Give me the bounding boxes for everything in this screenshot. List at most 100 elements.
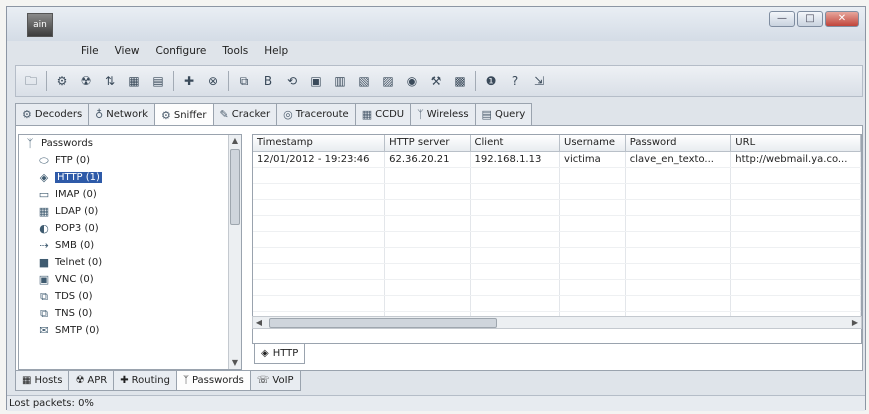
table-row[interactable] xyxy=(253,295,861,312)
table-row[interactable] xyxy=(253,231,861,248)
tab-sniffer[interactable]: ⚙ Sniffer xyxy=(154,103,214,126)
table-row[interactable] xyxy=(253,215,861,232)
base64-icon[interactable]: B xyxy=(259,72,277,90)
tab-decoders[interactable]: ⚙ Decoders xyxy=(15,103,90,125)
menu-configure[interactable]: Configure xyxy=(154,44,209,58)
smb-icon: ⇢ xyxy=(39,239,49,252)
bottom-tab-apr[interactable]: ☢ APR xyxy=(68,371,115,391)
tree-item-telnet[interactable]: ■ Telnet (0) xyxy=(19,254,241,271)
tree-item-vnc[interactable]: ▣ VNC (0) xyxy=(19,271,241,288)
scroll-left-icon[interactable]: ◀ xyxy=(253,317,265,328)
table-row[interactable] xyxy=(253,247,861,264)
exit-icon[interactable]: ⇲ xyxy=(530,72,548,90)
maximize-button[interactable]: □ xyxy=(797,11,823,27)
table-cell xyxy=(384,183,471,200)
table-cell xyxy=(625,247,732,264)
bottom-tab-hosts[interactable]: ▦ Hosts xyxy=(15,371,70,391)
table-cell xyxy=(253,199,386,216)
table-cell xyxy=(470,231,561,248)
cisco-icon[interactable]: ▣ xyxy=(307,72,325,90)
column-header[interactable]: Client xyxy=(470,135,561,152)
table-cell xyxy=(384,279,471,296)
table-cell xyxy=(625,263,732,280)
table-cell xyxy=(384,247,471,264)
help-icon[interactable]: ? xyxy=(506,72,524,90)
delete-icon[interactable]: ⊗ xyxy=(204,72,222,90)
bottom-tab-voip[interactable]: ☏ VoIP xyxy=(249,371,301,391)
tree-item-pop3[interactable]: ◐ POP3 (0) xyxy=(19,220,241,237)
tab-traceroute[interactable]: ◎ Traceroute xyxy=(276,103,356,125)
table-row[interactable]: 12/01/2012 - 19:23:46 62.36.20.21 192.168.… xyxy=(253,151,861,168)
ntlm-reset-icon[interactable]: ▦ xyxy=(125,72,143,90)
scrollbar-thumb[interactable] xyxy=(269,318,497,328)
tree-item-imap[interactable]: ▭ IMAP (0) xyxy=(19,186,241,203)
vnc-icon[interactable]: ▧ xyxy=(355,72,373,90)
menu-file[interactable]: File xyxy=(79,44,101,58)
scroll-up-icon[interactable]: ▲ xyxy=(229,135,241,147)
tab-query[interactable]: ▤ Query xyxy=(474,103,533,125)
tree-item-smtp[interactable]: ✉ SMTP (0) xyxy=(19,322,241,339)
tab-network[interactable]: ♁ Network xyxy=(88,103,155,125)
certificate-icon[interactable]: ▩ xyxy=(451,72,469,90)
close-button[interactable]: ✕ xyxy=(825,11,859,27)
table-cell: 192.168.1.13 xyxy=(470,151,561,168)
tree-item-ldap[interactable]: ▦ LDAP (0) xyxy=(19,203,241,220)
scroll-right-icon[interactable]: ▶ xyxy=(849,317,861,328)
grid-horizontal-scrollbar[interactable]: ◀ ▶ xyxy=(252,316,862,329)
table-cell xyxy=(559,199,626,216)
table-row[interactable] xyxy=(253,263,861,280)
status-bar: Lost packets: 0% xyxy=(7,395,865,411)
bottom-tab-routing[interactable]: ✚ Routing xyxy=(113,371,177,391)
table-cell xyxy=(384,167,471,184)
table-row[interactable] xyxy=(253,199,861,216)
routing-icon[interactable]: ⧉ xyxy=(235,72,253,90)
tree-item-ftp[interactable]: ⬭ FTP (0) xyxy=(19,152,241,169)
add-icon[interactable]: ✚ xyxy=(180,72,198,90)
tab-cracker[interactable]: ✎ Cracker xyxy=(212,103,278,125)
routing-tab-icon: ✚ xyxy=(120,375,129,386)
sniffer-panel: ᛉ Passwords ⬭ FTP (0) ◈ HTTP (1) ▭ IMAP (0) ▦ L… xyxy=(15,125,863,371)
table-cell xyxy=(730,279,861,296)
settings-icon[interactable]: ⚒ xyxy=(427,72,445,90)
info-icon[interactable]: ❶ xyxy=(482,72,500,90)
start-sniffer-icon[interactable]: ⚙ xyxy=(53,72,71,90)
tree-item-http[interactable]: ◈ HTTP (1) xyxy=(19,169,241,186)
bottom-tab-passwords[interactable]: ᛉ Passwords xyxy=(175,371,251,391)
lsa-icon[interactable]: ▨ xyxy=(379,72,397,90)
apr-icon[interactable]: ☢ xyxy=(77,72,95,90)
column-header[interactable]: Password xyxy=(625,135,732,152)
tree-item-smb[interactable]: ⇢ SMB (0) xyxy=(19,237,241,254)
tab-label: CCDU xyxy=(375,109,405,120)
hash-icon[interactable]: ⟲ xyxy=(283,72,301,90)
tree-root-passwords[interactable]: ᛉ Passwords xyxy=(19,135,241,152)
menu-tools[interactable]: Tools xyxy=(220,44,250,58)
wireless-icon[interactable]: ◉ xyxy=(403,72,421,90)
table-row[interactable] xyxy=(253,167,861,184)
column-header[interactable]: Timestamp xyxy=(253,135,386,152)
menu-help[interactable]: Help xyxy=(262,44,290,58)
passwords-tree-icon: ᛉ xyxy=(26,137,34,150)
ntlm-auth-icon[interactable]: ⇅ xyxy=(101,72,119,90)
tab-ccdu[interactable]: ▦ CCDU xyxy=(354,103,412,125)
tree-item-tns[interactable]: ⧉ TNS (0) xyxy=(19,305,241,322)
column-header[interactable]: URL xyxy=(730,135,861,152)
ntlm-hash-icon[interactable]: ▤ xyxy=(149,72,167,90)
table-row[interactable] xyxy=(253,279,861,296)
table-cell xyxy=(625,231,732,248)
tds-icon: ⧉ xyxy=(40,289,48,303)
table-cell xyxy=(730,263,861,280)
table-cell xyxy=(625,215,732,232)
scrollbar-thumb[interactable] xyxy=(230,149,240,225)
table-row[interactable] xyxy=(253,183,861,200)
open-icon[interactable]: 🗀 xyxy=(22,72,40,90)
tab-wireless[interactable]: ᛉ Wireless xyxy=(410,103,476,125)
tree-vertical-scrollbar[interactable]: ▲ ▼ xyxy=(228,135,241,369)
scroll-down-icon[interactable]: ▼ xyxy=(229,357,241,369)
column-header[interactable]: Username xyxy=(559,135,626,152)
minimize-button[interactable]: — xyxy=(769,11,795,27)
subtab-http[interactable]: ◈ HTTP xyxy=(254,344,306,364)
pwd-decoder-icon[interactable]: ▥ xyxy=(331,72,349,90)
column-header[interactable]: HTTP server xyxy=(384,135,471,152)
menu-view[interactable]: View xyxy=(113,44,142,58)
tree-item-tds[interactable]: ⧉ TDS (0) xyxy=(19,288,241,305)
